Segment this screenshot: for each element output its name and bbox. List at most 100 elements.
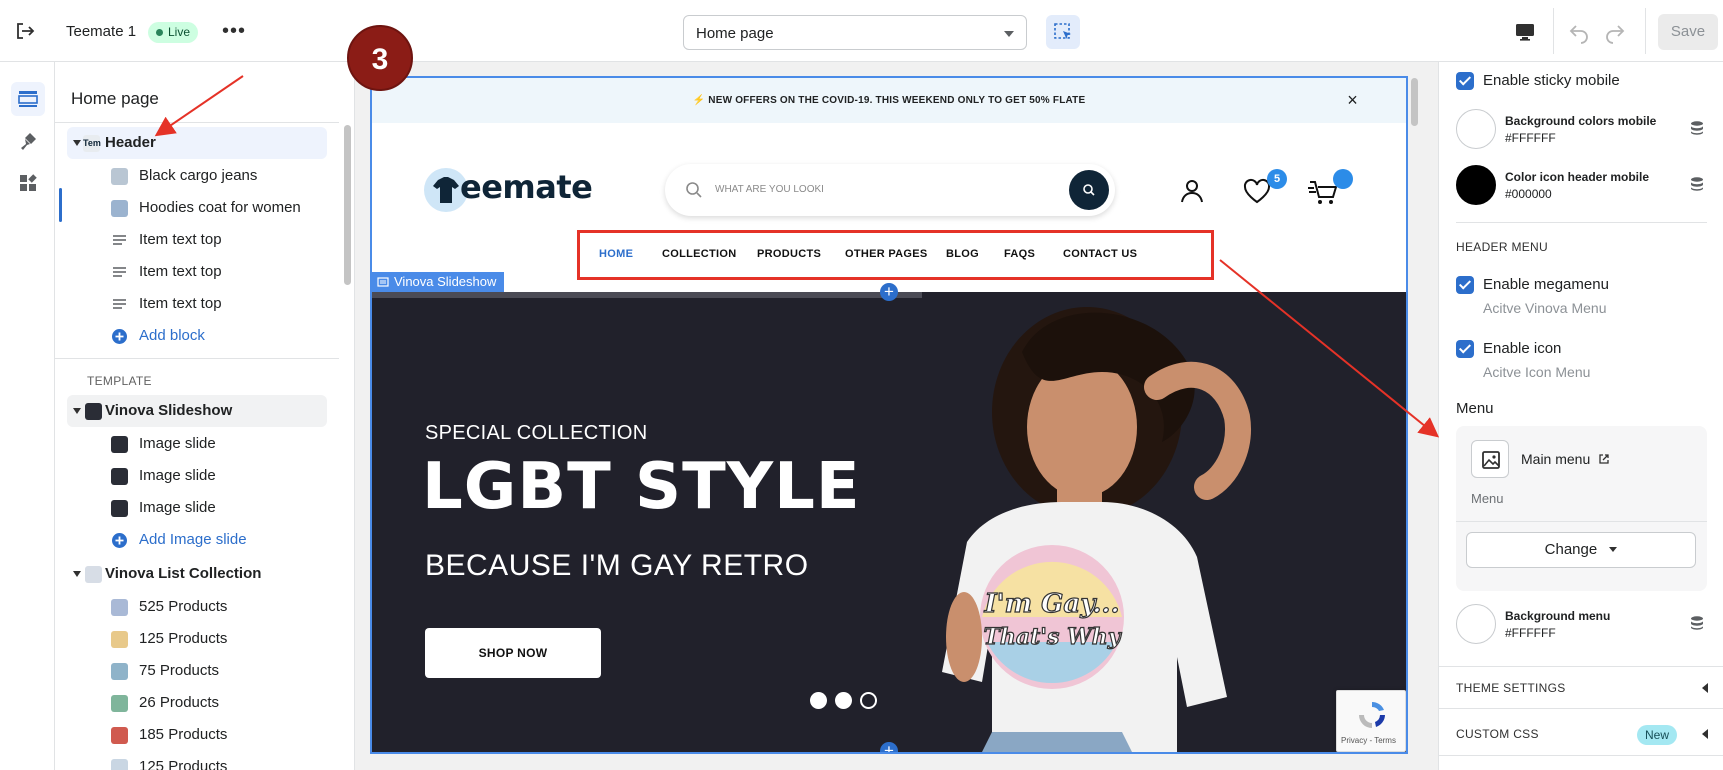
slide-dot-1[interactable] <box>810 692 827 709</box>
inspector-toggle-button[interactable] <box>1046 15 1080 49</box>
divider <box>1553 8 1554 54</box>
slide-dot-2[interactable] <box>835 692 852 709</box>
recaptcha-badge[interactable]: Privacy - Terms <box>1336 690 1406 752</box>
nav-item-contact-us[interactable]: CONTACT US <box>1063 248 1137 260</box>
tree-item-label: Image slide <box>139 499 216 516</box>
undo-icon[interactable] <box>1567 20 1591 44</box>
slideshow-thumbnail-icon <box>85 403 102 420</box>
tree-item-header[interactable]: Tem Header <box>67 127 327 159</box>
divider <box>55 358 339 359</box>
slide-progress <box>372 292 922 298</box>
sections-tab[interactable] <box>11 82 45 116</box>
menu-thumbnail <box>1471 440 1509 478</box>
tree-item-block[interactable]: Image slide <box>67 492 327 524</box>
tree-item-block[interactable]: 26 Products <box>67 687 327 719</box>
section-grip-icon <box>377 277 389 287</box>
tree-item-block[interactable]: Hoodies coat for women <box>67 192 327 224</box>
collapse-caret-icon[interactable] <box>73 571 81 577</box>
exit-icon[interactable] <box>14 20 36 42</box>
nav-item-home[interactable]: HOME <box>599 248 633 260</box>
search-bar[interactable]: WHAT ARE YOU LOOKI <box>665 164 1115 216</box>
account-icon[interactable] <box>1179 178 1205 204</box>
shop-now-button[interactable]: SHOP NOW <box>425 628 601 678</box>
nav-item-faqs[interactable]: FAQS <box>1004 248 1035 260</box>
enable-sticky-mobile-checkbox[interactable] <box>1456 72 1474 90</box>
redo-icon[interactable] <box>1603 20 1627 44</box>
slide-dot-3-active[interactable] <box>860 692 877 709</box>
chevron-left-icon[interactable] <box>1702 683 1708 693</box>
preview-scrollbar[interactable] <box>1411 78 1418 126</box>
background-menu-hex: #FFFFFF <box>1505 626 1556 640</box>
tree-item-label: 125 Products <box>139 630 228 647</box>
background-menu-swatch[interactable] <box>1456 604 1496 644</box>
tree-item-block[interactable]: 125 Products <box>67 751 327 770</box>
text-lines-icon <box>113 267 126 277</box>
tutorial-step-badge: 3 <box>347 25 413 91</box>
menu-name-link[interactable]: Main menu <box>1521 451 1610 467</box>
bg-colors-mobile-swatch[interactable] <box>1456 109 1496 149</box>
tree-item-label: Item text top <box>139 295 222 312</box>
chevron-down-icon <box>1609 547 1618 552</box>
add-block-button[interactable]: Add block <box>67 320 327 352</box>
product-thumbnail-icon <box>111 200 128 217</box>
nav-item-blog[interactable]: BLOG <box>946 248 979 260</box>
hero-subtitle: BECAUSE I'M GAY RETRO <box>425 549 809 582</box>
section-badge[interactable]: Vinova Slideshow <box>372 272 505 292</box>
theme-settings-tab[interactable] <box>11 124 45 158</box>
store-logo[interactable]: eemate <box>460 168 593 206</box>
more-actions-icon[interactable]: ••• <box>222 20 246 42</box>
enable-icon-checkbox[interactable] <box>1456 340 1474 358</box>
desktop-preview-icon[interactable] <box>1513 20 1537 44</box>
collapse-caret-icon[interactable] <box>73 408 81 414</box>
add-section-icon[interactable]: + <box>880 283 898 301</box>
store-preview[interactable]: ⚡ NEW OFFERS ON THE COVID-19. THIS WEEKE… <box>370 76 1408 754</box>
nav-item-collection[interactable]: COLLECTION <box>662 248 737 260</box>
tree-item-block[interactable]: 125 Products <box>67 623 327 655</box>
sidebar-scrollbar[interactable] <box>344 125 351 285</box>
announcement-text: NEW OFFERS ON THE COVID-19. THIS WEEKEND… <box>708 95 1086 106</box>
enable-sticky-mobile-label: Enable sticky mobile <box>1483 72 1620 89</box>
save-button[interactable]: Save <box>1658 14 1718 50</box>
shirt-print-text: I'm Gay... <box>983 589 1119 619</box>
close-icon[interactable]: × <box>1347 78 1358 123</box>
paintbrush-icon <box>21 133 36 150</box>
tree-item-block[interactable]: Item text top <box>67 288 327 320</box>
tree-item-label: Image slide <box>139 435 216 452</box>
new-badge: New <box>1637 725 1678 745</box>
icon-color-mobile-label: Color icon header mobile <box>1505 170 1650 184</box>
menu-picker-card: Main menu Menu Change <box>1456 426 1707 591</box>
dynamic-source-icon[interactable] <box>1689 615 1705 631</box>
template-section-label: TEMPLATE <box>87 374 152 388</box>
divider <box>1439 666 1723 667</box>
tree-item-block[interactable]: 75 Products <box>67 655 327 687</box>
icon-color-mobile-swatch[interactable] <box>1456 165 1496 205</box>
nav-item-other-pages[interactable]: OTHER PAGES <box>845 248 928 260</box>
chevron-left-icon[interactable] <box>1702 729 1708 739</box>
search-submit-button[interactable] <box>1069 170 1109 210</box>
dynamic-source-icon[interactable] <box>1689 120 1705 136</box>
tree-item-slideshow[interactable]: Vinova Slideshow <box>67 395 327 427</box>
page-selector[interactable]: Home page <box>683 15 1027 50</box>
apps-tab[interactable] <box>11 166 45 200</box>
live-badge: Live <box>148 22 199 43</box>
nav-item-products[interactable]: PRODUCTS <box>757 248 821 260</box>
tree-item-block[interactable]: Image slide <box>67 428 327 460</box>
tree-item-block[interactable]: Image slide <box>67 460 327 492</box>
change-menu-button[interactable]: Change <box>1466 532 1696 568</box>
enable-megamenu-checkbox[interactable] <box>1456 276 1474 294</box>
tree-item-list-collection[interactable]: Vinova List Collection <box>67 558 327 590</box>
tree-item-block[interactable]: Item text top <box>67 224 327 256</box>
custom-css-section[interactable]: CUSTOM CSS <box>1456 727 1539 741</box>
tree-item-block[interactable]: 525 Products <box>67 591 327 623</box>
chevron-down-icon <box>1004 31 1014 37</box>
dynamic-source-icon[interactable] <box>1689 176 1705 192</box>
divider <box>1645 8 1646 54</box>
collapse-caret-icon[interactable] <box>73 140 81 146</box>
tree-item-block[interactable]: Black cargo jeans <box>67 160 327 192</box>
hero-slideshow[interactable]: SPECIAL COLLECTION LGBT STYLE BECAUSE I'… <box>372 292 1406 752</box>
settings-panel: Enable sticky mobile Background colors m… <box>1438 62 1723 770</box>
tree-item-block[interactable]: Item text top <box>67 256 327 288</box>
tree-item-block[interactable]: 185 Products <box>67 719 327 751</box>
theme-settings-section[interactable]: THEME SETTINGS <box>1456 681 1566 695</box>
add-image-slide-button[interactable]: Add Image slide <box>67 524 327 556</box>
